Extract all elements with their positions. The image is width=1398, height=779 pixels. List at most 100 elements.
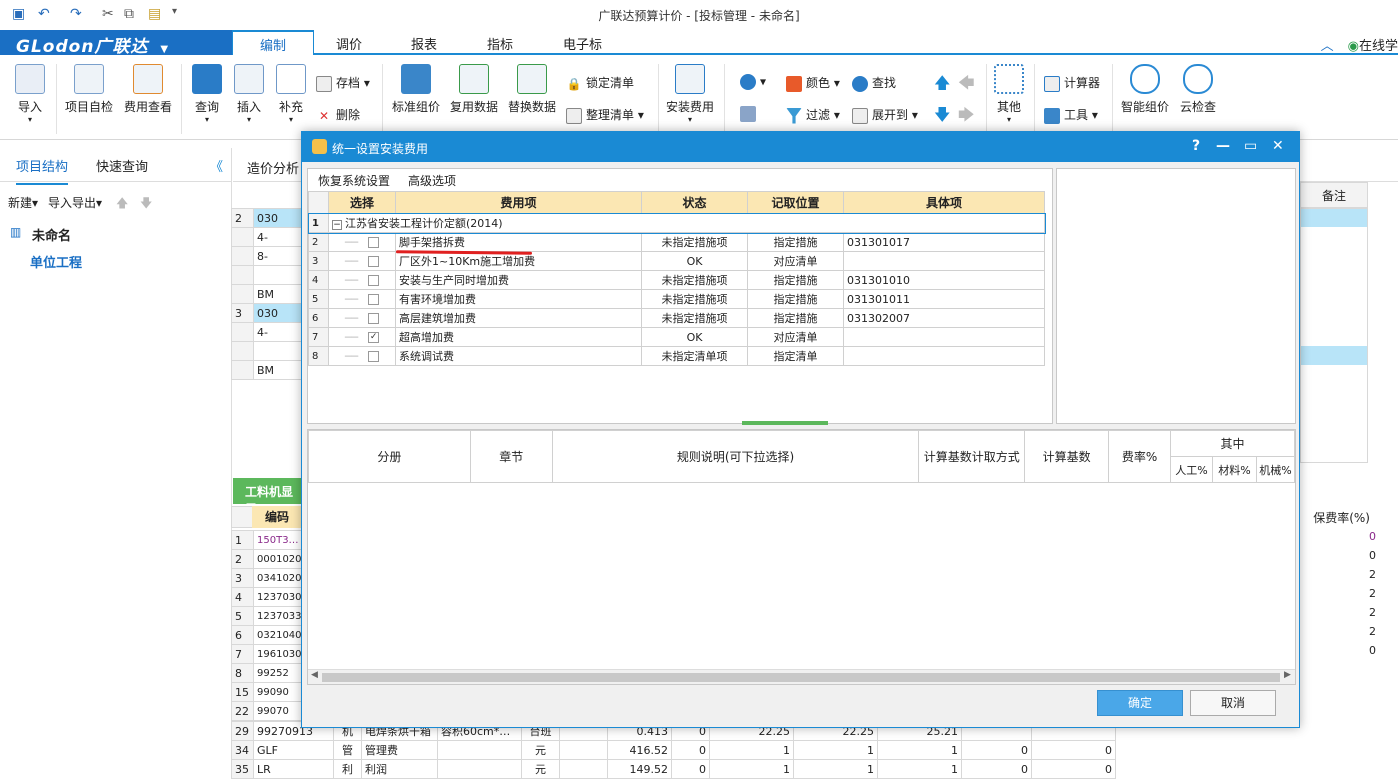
reuse-data-button[interactable]: 复用数据: [448, 64, 500, 115]
checkbox[interactable]: [368, 351, 380, 362]
move-up-icon[interactable]: 🡅: [934, 72, 950, 99]
tab-edit[interactable]: 编制: [232, 30, 314, 55]
expand-to-button[interactable]: 展开到 ▾: [852, 106, 918, 124]
code-cell[interactable]: BM: [253, 284, 302, 304]
install-fee-button[interactable]: 安装费用 ▾: [664, 64, 716, 124]
fee-item-detail[interactable]: [843, 327, 1045, 347]
scroll-right-icon[interactable]: ▶: [1284, 670, 1291, 680]
filter-button[interactable]: 过滤 ▾: [786, 106, 840, 124]
select-cell[interactable]: ──: [328, 289, 396, 309]
checkbox[interactable]: [368, 256, 380, 267]
insert-button[interactable]: 插入 ▾: [232, 64, 266, 124]
online-learning[interactable]: ︿ ◉在线学: [1321, 35, 1398, 54]
cost-view-button[interactable]: 费用查看: [122, 64, 174, 115]
code-cell[interactable]: 030: [253, 208, 302, 228]
fee-item-location[interactable]: 指定清单: [747, 346, 844, 366]
checkbox[interactable]: [368, 237, 380, 248]
calculator-button[interactable]: 计算器: [1044, 74, 1100, 92]
fee-item-detail[interactable]: [843, 251, 1045, 271]
fee-item-location[interactable]: 指定措施: [747, 270, 844, 290]
fee-item-location[interactable]: 指定措施: [747, 289, 844, 309]
fee-item-detail[interactable]: 031301010: [843, 270, 1045, 290]
tab-indicators[interactable]: 指标: [487, 34, 513, 53]
select-cell[interactable]: ──: [328, 308, 396, 328]
lock-list-button[interactable]: 🔒 锁定清单: [566, 74, 635, 92]
checkbox[interactable]: [368, 294, 380, 305]
code-cell[interactable]: BM: [253, 360, 302, 380]
select-cell[interactable]: ──: [328, 346, 396, 366]
import-button[interactable]: 导入 ▾: [12, 64, 48, 124]
material-machine-panel-tab[interactable]: 工料机显示: [233, 478, 303, 516]
fee-item-location[interactable]: 指定措施: [747, 232, 844, 252]
help-icon[interactable]: ?: [1192, 138, 1200, 154]
fee-item-detail[interactable]: 031302007: [843, 308, 1045, 328]
code-cell[interactable]: 4-: [253, 322, 302, 342]
close-icon[interactable]: ✕: [1272, 138, 1284, 154]
fee-item-location[interactable]: 指定措施: [747, 308, 844, 328]
code-cell[interactable]: 030: [253, 303, 302, 323]
code-cell[interactable]: [253, 265, 302, 285]
select-cell[interactable]: ── ✓: [328, 327, 396, 347]
fee-item-row[interactable]: 2 ── 脚手架搭拆费 未指定措施项 指定措施 031301017: [308, 232, 1045, 252]
restore-system-settings-tab[interactable]: 恢复系统设置: [318, 172, 390, 189]
scroll-thumb[interactable]: [322, 673, 1280, 682]
splitter-handle[interactable]: [742, 421, 828, 425]
fee-item-row[interactable]: 3 ── 厂区外1~10Km施工增加费 OK 对应清单: [308, 251, 1045, 271]
global-icon-button[interactable]: ▾: [740, 74, 766, 90]
fee-item-row[interactable]: 7 ── ✓ 超高增加费 OK 对应清单: [308, 327, 1045, 347]
app-logo-menu[interactable]: GLodon广联达 ▼: [0, 30, 232, 57]
arrow-down-icon[interactable]: 🡇: [140, 194, 152, 215]
project-node[interactable]: 未命名: [32, 225, 71, 244]
standard-pricing-button[interactable]: 标准组价: [390, 64, 442, 115]
collapse-icon[interactable]: −: [332, 220, 342, 230]
new-button[interactable]: 新建▾: [8, 194, 38, 211]
arrow-up-icon[interactable]: 🡅: [116, 194, 128, 215]
cloud-check-button[interactable]: 云检查: [1176, 64, 1220, 115]
fee-item-row[interactable]: 5 ── 有害环境增加费 未指定措施项 指定措施 031301011: [308, 289, 1045, 309]
fee-item-detail[interactable]: 031301011: [843, 289, 1045, 309]
code-cell[interactable]: 8-: [253, 246, 302, 266]
code-cell[interactable]: [253, 341, 302, 361]
tab-cost-analysis[interactable]: 造价分析: [247, 158, 299, 177]
fee-item-row[interactable]: 4 ── 安装与生产同时增加费 未指定措施项 指定措施 031301010: [308, 270, 1045, 290]
scroll-left-icon[interactable]: ◀: [311, 670, 318, 680]
checkbox[interactable]: [368, 275, 380, 286]
fee-item-location[interactable]: 对应清单: [747, 251, 844, 271]
horizontal-scrollbar[interactable]: ◀ ▶: [308, 669, 1295, 684]
delete-button[interactable]: ✕ 删除: [316, 106, 360, 124]
other-button[interactable]: 其他 ▾: [992, 64, 1026, 124]
cancel-button[interactable]: 取消: [1190, 690, 1276, 716]
unit-project-node[interactable]: 单位工程: [30, 252, 82, 271]
collapse-pane-icon[interactable]: 《: [210, 156, 223, 175]
move-left-icon[interactable]: 🡄: [958, 72, 975, 99]
select-cell[interactable]: ──: [328, 251, 396, 271]
project-self-check-button[interactable]: 项目自检: [63, 64, 115, 115]
replace-data-button[interactable]: 替换数据: [506, 64, 558, 115]
supplement-button[interactable]: 补充 ▾: [274, 64, 308, 124]
advanced-options-tab[interactable]: 高级选项: [408, 172, 456, 189]
group-row[interactable]: − 江苏省安装工程计价定额(2014): [328, 213, 1045, 233]
collapse-ribbon-icon[interactable]: ︿: [1321, 39, 1334, 54]
link-icon-button[interactable]: [740, 106, 760, 122]
maximize-icon[interactable]: ▭: [1244, 138, 1257, 154]
tab-e-bid[interactable]: 电子标: [563, 34, 602, 53]
select-cell[interactable]: ──: [328, 270, 396, 290]
move-right-icon[interactable]: 🡆: [958, 104, 975, 131]
save-archive-button[interactable]: 存档 ▾: [316, 74, 370, 92]
select-cell[interactable]: ──: [328, 232, 396, 252]
organize-list-button[interactable]: 整理清单 ▾: [566, 106, 644, 124]
fee-item-row[interactable]: 6 ── 高层建筑增加费 未指定措施项 指定措施 031302007: [308, 308, 1045, 328]
import-export-button[interactable]: 导入导出▾: [48, 194, 102, 211]
checkbox-checked[interactable]: ✓: [368, 332, 380, 343]
fee-item-detail[interactable]: 031301017: [843, 232, 1045, 252]
fee-item-location[interactable]: 对应清单: [747, 327, 844, 347]
code-cell[interactable]: 4-: [253, 227, 302, 247]
ok-button[interactable]: 确定: [1097, 690, 1183, 716]
tab-adjust-price[interactable]: 调价: [336, 34, 362, 53]
tab-reports[interactable]: 报表: [411, 34, 437, 53]
tab-quick-query[interactable]: 快速查询: [96, 156, 148, 175]
move-down-icon[interactable]: 🡇: [934, 104, 950, 131]
fee-item-row[interactable]: 8 ── 系统调试费 未指定清单项 指定清单: [308, 346, 1045, 366]
find-button[interactable]: 查找: [852, 74, 896, 92]
color-button[interactable]: 颜色 ▾: [786, 74, 840, 92]
